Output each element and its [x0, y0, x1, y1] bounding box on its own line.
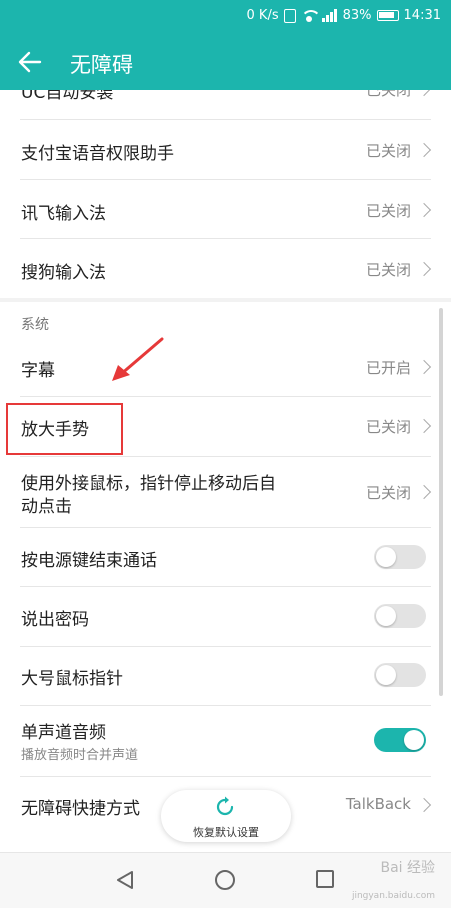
list-item-value: 已关闭: [365, 484, 411, 502]
list-item-label: 大号鼠标指针: [21, 669, 123, 689]
section-header-system: 系统: [21, 317, 49, 333]
wifi-icon: [300, 9, 321, 22]
list-item-value: 已开启: [365, 359, 411, 377]
chevron-right-icon: [416, 418, 432, 434]
list-item-label: 说出密码: [21, 610, 89, 630]
list-item-uc[interactable]: UC自动安装 已关闭: [0, 90, 451, 118]
reset-defaults-label: 恢复默认设置: [193, 826, 259, 839]
refresh-icon: [216, 796, 234, 816]
list-item-value: TalkBack: [345, 795, 411, 813]
list-item-label: 字幕: [21, 361, 55, 381]
toggle-row-large-pointer[interactable]: 大号鼠标指针: [0, 647, 451, 705]
list-item-sogou[interactable]: 搜狗输入法 已关闭: [0, 239, 451, 298]
list-item-label: 讯飞输入法: [21, 204, 106, 224]
chevron-right-icon: [416, 142, 432, 158]
watermark-url: jingyan.baidu.com: [351, 891, 435, 901]
chevron-right-icon: [416, 90, 432, 97]
list-item-label: 使用外接鼠标，指针停止移动后自: [21, 474, 276, 494]
list-item-label: 单声道音频: [21, 723, 106, 743]
section-separator: [0, 298, 451, 302]
battery-percent: 83%: [342, 8, 372, 23]
list-item-value: 已关闭: [365, 261, 411, 279]
list-item-value: 已关闭: [365, 90, 411, 99]
back-arrow-icon: [18, 51, 42, 73]
list-item-value: 已关闭: [365, 202, 411, 220]
annotation-highlight-box: [6, 403, 123, 455]
reset-defaults-button[interactable]: 恢复默认设置: [161, 790, 291, 842]
watermark: Bai 经验: [380, 860, 435, 876]
list-item-xunfei[interactable]: 讯飞输入法 已关闭: [0, 180, 451, 239]
toggle-switch[interactable]: [374, 728, 426, 752]
list-item-label: 按电源键结束通话: [21, 551, 157, 571]
status-icons: 0 K/s 83% 14:31: [242, 8, 441, 23]
vibrate-icon: [283, 8, 296, 23]
back-button[interactable]: [16, 48, 48, 78]
toggle-switch[interactable]: [374, 663, 426, 687]
battery-icon: [376, 10, 399, 21]
nav-recent-icon[interactable]: [316, 870, 334, 888]
list-item-dwell-click[interactable]: 使用外接鼠标，指针停止移动后自 动点击 已关闭: [0, 457, 451, 527]
list-item-captions[interactable]: 字幕 已开启: [0, 338, 451, 396]
signal-icon: [321, 9, 338, 22]
nav-back-icon[interactable]: [114, 869, 136, 891]
list-item-label: 无障碍快捷方式: [21, 799, 140, 819]
list-item-label-line2: 动点击: [21, 497, 72, 517]
list-item-label: 支付宝语音权限助手: [21, 144, 174, 164]
annotation-arrow: [112, 337, 164, 381]
title-bar: 无障碍: [0, 36, 451, 90]
chevron-right-icon: [416, 202, 432, 218]
list-item-value: 已关闭: [365, 142, 411, 160]
chevron-right-icon: [416, 261, 432, 277]
toggle-switch[interactable]: [374, 604, 426, 628]
chevron-right-icon: [416, 797, 432, 813]
clock: 14:31: [403, 8, 441, 23]
list-item-sublabel: 播放音频时合并声道: [21, 748, 139, 763]
list-item-value: 已关闭: [365, 418, 411, 436]
toggle-row-power-end-call[interactable]: 按电源键结束通话: [0, 528, 451, 586]
navigation-bar: Bai 经验 jingyan.baidu.com: [0, 852, 451, 908]
status-bar: 0 K/s 83% 14:31: [0, 0, 451, 36]
toggle-row-mono-audio[interactable]: 单声道音频 播放音频时合并声道: [0, 706, 451, 776]
chevron-right-icon: [416, 359, 432, 375]
toggle-row-speak-passwords[interactable]: 说出密码: [0, 587, 451, 646]
toggle-switch[interactable]: [374, 545, 426, 569]
settings-list: UC自动安装 已关闭 支付宝语音权限助手 已关闭 讯飞输入法 已关闭 搜狗输入法…: [0, 90, 451, 852]
nav-home-icon[interactable]: [215, 870, 235, 890]
network-speed: 0 K/s: [246, 8, 279, 23]
page-title: 无障碍: [70, 53, 133, 77]
list-item-label: 搜狗输入法: [21, 263, 106, 283]
list-item-alipay[interactable]: 支付宝语音权限助手 已关闭: [0, 120, 451, 179]
scrollbar[interactable]: [439, 308, 443, 696]
chevron-right-icon: [416, 484, 432, 500]
list-item-label: UC自动安装: [21, 90, 114, 103]
